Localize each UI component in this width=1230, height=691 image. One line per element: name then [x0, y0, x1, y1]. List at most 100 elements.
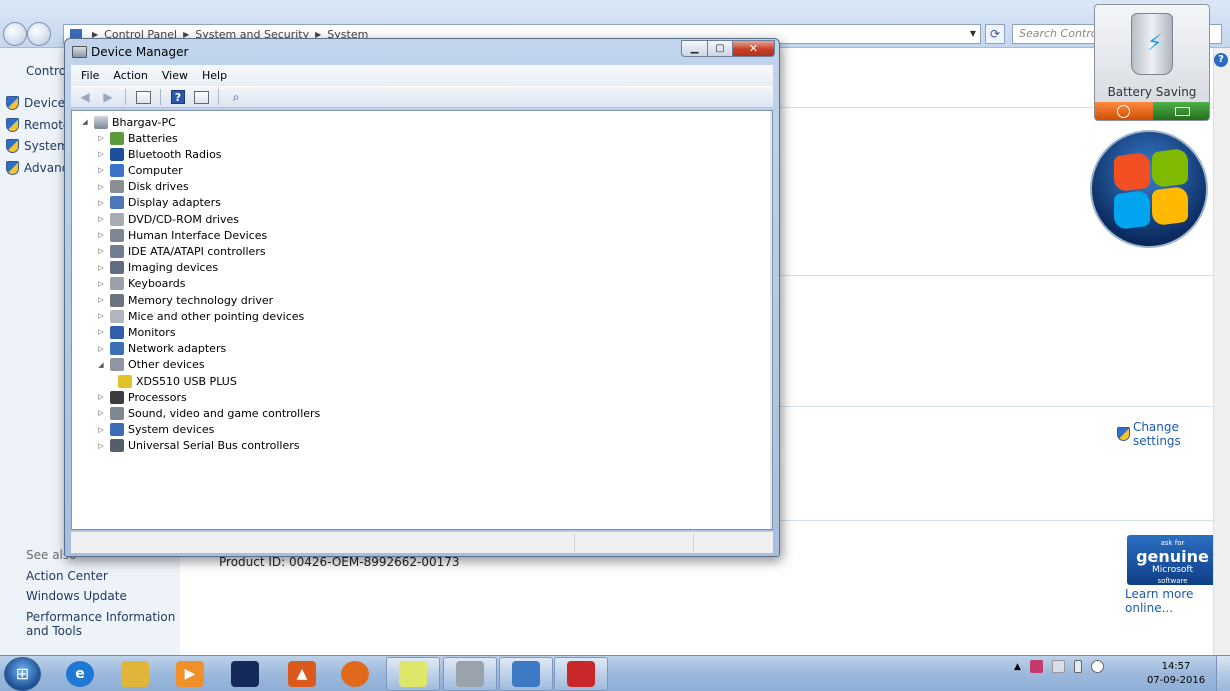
tree-category[interactable]: ▷ System devices	[96, 422, 214, 438]
network-icon[interactable]	[1051, 660, 1065, 673]
collapse-arrow-icon[interactable]: ◢	[96, 361, 106, 369]
device-tree[interactable]: ◢ Bhargav-PC ▷ Batteries ▷ Bluetooth Radios…	[71, 110, 773, 530]
address-dropdown-icon[interactable]: ▼	[966, 25, 980, 43]
taskbar-media-player-button[interactable]: ▶	[163, 657, 217, 691]
expand-arrow-icon[interactable]: ▷	[96, 215, 106, 223]
expand-arrow-icon[interactable]: ▷	[96, 150, 106, 158]
tree-category[interactable]: ▷ Bluetooth Radios	[96, 146, 222, 162]
taskbar-internet-explorer-button[interactable]: e	[53, 657, 107, 691]
device-category-icon	[110, 293, 124, 307]
tree-category[interactable]: ▷ Disk drives	[96, 179, 189, 195]
expand-arrow-icon[interactable]: ▷	[96, 442, 106, 450]
expand-arrow-icon[interactable]: ▷	[96, 134, 106, 142]
taskbar-matlab-button[interactable]: ▲	[275, 657, 329, 691]
show-hide-console-tree-icon[interactable]	[134, 89, 152, 105]
tree-category[interactable]: ▷ Human Interface Devices	[96, 227, 267, 243]
taskbar-firefox-button[interactable]	[328, 657, 382, 691]
expand-arrow-icon[interactable]: ▷	[96, 183, 106, 191]
task-system-protection[interactable]: System	[6, 139, 69, 153]
flag-icon[interactable]	[1029, 660, 1043, 673]
expand-arrow-icon[interactable]: ▷	[96, 426, 106, 434]
tree-category[interactable]: ▷ Universal Serial Bus controllers	[96, 438, 299, 454]
expand-arrow-icon[interactable]: ▷	[96, 247, 106, 255]
battery-gadget[interactable]: ⚡ Battery Saving	[1094, 4, 1210, 121]
tree-category[interactable]: ▷ Monitors	[96, 324, 176, 340]
device-category-icon	[110, 309, 124, 323]
tree-category[interactable]: ▷ Network adapters	[96, 341, 226, 357]
show-hidden-icons-icon[interactable]: ▲	[1014, 662, 1021, 672]
help-icon[interactable]: ?	[1214, 53, 1228, 67]
tree-category[interactable]: ▷ Memory technology driver	[96, 292, 273, 308]
tree-category[interactable]: ▷ Sound, video and game controllers	[96, 405, 320, 421]
volume-icon[interactable]	[1090, 660, 1104, 673]
menu-help[interactable]: Help	[196, 69, 235, 82]
tree-category[interactable]: ▷ Mice and other pointing devices	[96, 308, 304, 324]
taskbar-package-app-button[interactable]	[443, 657, 497, 691]
menu-file[interactable]: File	[75, 69, 107, 82]
taskbar-windows-explorer-button[interactable]	[108, 657, 162, 691]
device-category-icon	[110, 196, 124, 210]
show-desktop-button[interactable]	[1216, 656, 1230, 691]
expand-arrow-icon[interactable]: ▷	[96, 328, 106, 336]
control-panel-scrollbar[interactable]	[1213, 48, 1230, 655]
taskbar-aurora-app-button[interactable]	[218, 657, 272, 691]
scan-hardware-icon[interactable]: ⌕	[227, 89, 245, 105]
clock[interactable]: 14:57 07-09-2016	[1142, 660, 1210, 688]
tree-scrollbar[interactable]	[770, 111, 772, 529]
expand-arrow-icon[interactable]: ▷	[96, 345, 106, 353]
taskbar-sticky-notes-button[interactable]	[386, 657, 440, 691]
expand-arrow-icon[interactable]: ▷	[96, 199, 106, 207]
expand-arrow-icon[interactable]: ▷	[96, 231, 106, 239]
task-advanced-settings[interactable]: Advanc	[6, 161, 68, 175]
tree-node-label: Mice and other pointing devices	[128, 309, 305, 323]
expand-arrow-icon[interactable]: ▷	[96, 393, 106, 401]
battery-tray-icon[interactable]	[1073, 660, 1082, 673]
link-performance-info[interactable]: Performance Information and Tools	[26, 610, 176, 638]
tree-category[interactable]: ▷ Processors	[96, 389, 187, 405]
battery-status-button[interactable]	[1153, 102, 1209, 120]
link-action-center[interactable]: Action Center	[26, 569, 176, 583]
tree-category[interactable]: ▷ Batteries	[96, 130, 178, 146]
tree-root[interactable]: ◢ Bhargav-PC	[80, 114, 176, 130]
task-remote-settings[interactable]: Remote	[6, 118, 70, 132]
expand-arrow-icon[interactable]: ▷	[96, 409, 106, 417]
expand-arrow-icon[interactable]: ▷	[96, 296, 106, 304]
forward-button[interactable]	[27, 22, 51, 46]
tree-category[interactable]: ▷ Imaging devices	[96, 260, 218, 276]
tree-child-device[interactable]: XDS510 USB PLUS	[114, 373, 237, 389]
back-arrow-icon[interactable]: ◀	[76, 89, 94, 105]
start-button[interactable]: ⊞	[4, 657, 41, 691]
expand-arrow-icon[interactable]: ▷	[96, 264, 106, 272]
tree-category[interactable]: ◢ Other devices	[96, 357, 205, 373]
properties-icon[interactable]	[192, 89, 210, 105]
control-panel-home-link[interactable]: Control	[26, 64, 69, 78]
menu-view[interactable]: View	[156, 69, 196, 82]
link-windows-update[interactable]: Windows Update	[26, 589, 176, 603]
device-manager-icon	[72, 46, 87, 58]
refresh-icon[interactable]: ⟳	[985, 24, 1005, 44]
expand-arrow-icon[interactable]: ▷	[96, 312, 106, 320]
tree-category[interactable]: ▷ Keyboards	[96, 276, 185, 292]
genuine-microsoft-badge[interactable]: ask for genuine Microsoft software	[1127, 535, 1218, 585]
expand-arrow-icon[interactable]: ▷	[96, 280, 106, 288]
tree-category[interactable]: ▷ Display adapters	[96, 195, 221, 211]
collapse-arrow-icon[interactable]: ◢	[80, 118, 90, 126]
forward-arrow-icon[interactable]: ▶	[99, 89, 117, 105]
tree-category[interactable]: ▷ IDE ATA/ATAPI controllers	[96, 243, 266, 259]
back-button[interactable]	[3, 22, 27, 46]
maximize-button[interactable]: ▢	[707, 40, 733, 57]
device-category-icon	[110, 439, 124, 453]
expand-arrow-icon[interactable]: ▷	[96, 166, 106, 174]
device-manager-window[interactable]: Device Manager ▁ ▢ ✕ File Action View He…	[64, 38, 780, 557]
help-icon[interactable]: ?	[169, 89, 187, 105]
taskbar-toolbox-app-button[interactable]	[554, 657, 608, 691]
tree-category[interactable]: ▷ DVD/CD-ROM drives	[96, 211, 239, 227]
taskbar-device-manager-button[interactable]	[499, 657, 553, 691]
toolbar-separator	[125, 89, 126, 105]
close-button[interactable]: ✕	[732, 40, 775, 57]
tree-category[interactable]: ▷ Computer	[96, 162, 183, 178]
device-category-icon	[110, 261, 124, 275]
menu-action[interactable]: Action	[107, 69, 155, 82]
power-saver-button[interactable]	[1095, 102, 1153, 120]
minimize-button[interactable]: ▁	[681, 40, 708, 57]
